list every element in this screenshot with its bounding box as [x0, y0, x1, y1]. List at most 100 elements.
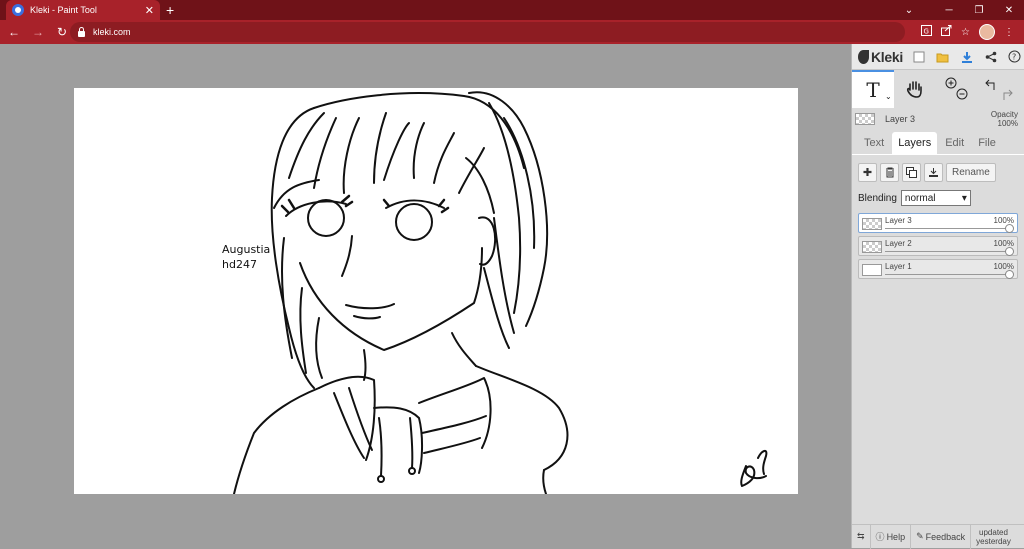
- address-bar-row: ← → ↻ kleki.com G ☆ ⋮: [0, 20, 1024, 44]
- new-image-icon[interactable]: [911, 49, 927, 65]
- tool-panel: Kleki ? T ⌄ Layer 3 Opacity 100% Text La…: [851, 44, 1024, 549]
- sketch-drawing: [233, 91, 768, 494]
- menu-dots-icon[interactable]: ⋮: [1004, 27, 1014, 38]
- toolbar-icons: G ☆ ⋮: [921, 23, 1014, 41]
- hand-icon: [906, 81, 922, 98]
- workspace[interactable]: Augustia hd247: [0, 44, 851, 548]
- tab-layers[interactable]: Layers: [892, 132, 938, 154]
- svg-text:G: G: [924, 28, 929, 36]
- layer-item-3[interactable]: Layer 3 100%: [858, 213, 1018, 233]
- minimize-icon[interactable]: ─: [934, 0, 964, 20]
- browser-tab[interactable]: Kleki - Paint Tool ✕: [6, 0, 160, 20]
- current-layer-row: Layer 3 Opacity 100%: [852, 108, 1024, 130]
- blending-label: Blending: [858, 192, 897, 204]
- opacity-label: Opacity: [990, 110, 1018, 119]
- back-icon[interactable]: ←: [4, 25, 24, 39]
- layer-thumbnail: [862, 241, 882, 253]
- layer-list: Layer 3 100% Layer 2 100% Layer 1 100%: [858, 213, 1018, 279]
- open-folder-icon[interactable]: [935, 49, 951, 65]
- layer-item-1[interactable]: Layer 1 100%: [858, 259, 1018, 279]
- opacity-slider-track[interactable]: [885, 274, 1012, 275]
- undo-redo-icon[interactable]: [985, 76, 1013, 102]
- text-tool-button[interactable]: T ⌄: [852, 70, 894, 108]
- logo-text: Kleki: [871, 48, 903, 65]
- svg-text:?: ?: [1012, 53, 1016, 62]
- opacity-slider-track[interactable]: [885, 228, 1012, 229]
- tab-search-icon[interactable]: ⌄: [894, 0, 924, 20]
- swap-side-button[interactable]: ⇆: [852, 524, 871, 549]
- rename-button[interactable]: Rename: [946, 163, 996, 182]
- reload-icon[interactable]: ↻: [52, 25, 72, 39]
- zoom-in-out-icon[interactable]: [944, 76, 970, 102]
- updated-line-1: updated: [979, 527, 1008, 537]
- lock-icon: [78, 26, 85, 37]
- forward-icon[interactable]: →: [28, 25, 48, 39]
- share-page-icon[interactable]: [941, 25, 952, 39]
- tab-title: Kleki - Paint Tool: [30, 5, 97, 15]
- pencil-icon: ✎: [916, 531, 924, 541]
- share-icon[interactable]: [983, 49, 999, 65]
- kleki-favicon-icon: [12, 4, 24, 16]
- plus-icon: ✚: [862, 167, 873, 179]
- opacity-slider-track[interactable]: [885, 251, 1012, 252]
- tab-file[interactable]: File: [972, 132, 1002, 154]
- window-controls: ⌄ ─ ❐ ✕: [894, 0, 1024, 20]
- layer-name: Layer 2: [885, 239, 912, 248]
- help-label: Help: [886, 531, 906, 542]
- opacity-slider-handle[interactable]: [1005, 247, 1014, 256]
- add-layer-button[interactable]: ✚: [858, 163, 877, 182]
- help-circle-icon[interactable]: ?: [1007, 49, 1023, 65]
- canvas-text-line-1: Augustia: [222, 243, 271, 256]
- browser-tab-strip: Kleki - Paint Tool ✕ + ⌄ ─ ❐ ✕: [0, 0, 1024, 20]
- updated-line-2: yesterday: [976, 536, 1011, 546]
- merge-down-icon: [929, 168, 938, 177]
- restore-icon[interactable]: ❐: [964, 0, 994, 20]
- opacity-slider-handle[interactable]: [1005, 270, 1014, 279]
- opacity-readout: Opacity 100%: [991, 110, 1018, 128]
- drawing-canvas[interactable]: Augustia hd247: [74, 88, 798, 494]
- opacity-slider-handle[interactable]: [1005, 224, 1014, 233]
- canvas-text-line-2: hd247: [222, 258, 257, 271]
- hand-tool-button[interactable]: [894, 70, 936, 108]
- bookmark-star-icon[interactable]: ☆: [961, 27, 970, 38]
- profile-avatar[interactable]: [979, 24, 995, 40]
- help-icon: ⓘ: [875, 532, 885, 542]
- blending-row: Blending normal ▾: [858, 190, 1018, 206]
- undo-redo-buttons: [978, 70, 1020, 108]
- kleki-logo-icon: [858, 49, 869, 64]
- tab-edit[interactable]: Edit: [939, 132, 970, 154]
- blending-select[interactable]: normal ▾: [900, 190, 971, 206]
- merge-layer-button[interactable]: [924, 163, 943, 182]
- delete-layer-button[interactable]: [880, 163, 899, 182]
- tool-bar: T ⌄: [852, 70, 1024, 108]
- opacity-value: 100%: [997, 119, 1018, 128]
- close-window-icon[interactable]: ✕: [994, 0, 1024, 20]
- tab-close-icon[interactable]: ✕: [145, 4, 154, 17]
- panel-footer: ⇆ ⓘ Help ✎ Feedback updated yesterday: [852, 524, 1024, 549]
- duplicate-layer-button[interactable]: [902, 163, 921, 182]
- download-icon[interactable]: [959, 49, 975, 65]
- canvas-text-note: Augustia hd247: [222, 242, 270, 272]
- help-button[interactable]: ⓘ Help: [871, 524, 912, 549]
- tool-dropdown-icon[interactable]: ⌄: [885, 92, 892, 101]
- layer-item-2[interactable]: Layer 2 100%: [858, 236, 1018, 256]
- updated-status[interactable]: updated yesterday: [971, 528, 1011, 546]
- layer-thumbnail: [862, 218, 882, 230]
- layers-tab-content: ✚ Rename Blending normal ▾ Layer 3 100% …: [852, 154, 1024, 285]
- url-input[interactable]: kleki.com: [70, 22, 905, 42]
- feedback-button[interactable]: ✎ Feedback: [911, 524, 972, 549]
- layer-name: Layer 3: [885, 216, 912, 225]
- blending-value: normal: [904, 192, 936, 204]
- zoom-buttons: [936, 70, 978, 108]
- feedback-label: Feedback: [925, 531, 966, 542]
- swap-arrows-icon: ⇆: [857, 531, 865, 541]
- panel-header: Kleki ?: [852, 44, 1024, 70]
- translate-icon[interactable]: G: [921, 25, 933, 39]
- current-layer-name: Layer 3: [885, 114, 916, 124]
- new-tab-button[interactable]: +: [166, 2, 174, 18]
- kleki-logo: Kleki: [858, 49, 903, 65]
- trash-icon: [885, 167, 894, 178]
- layer-actions: ✚ Rename: [858, 163, 1018, 182]
- tab-text[interactable]: Text: [858, 132, 890, 154]
- panel-tabs: Text Layers Edit File: [852, 132, 1024, 154]
